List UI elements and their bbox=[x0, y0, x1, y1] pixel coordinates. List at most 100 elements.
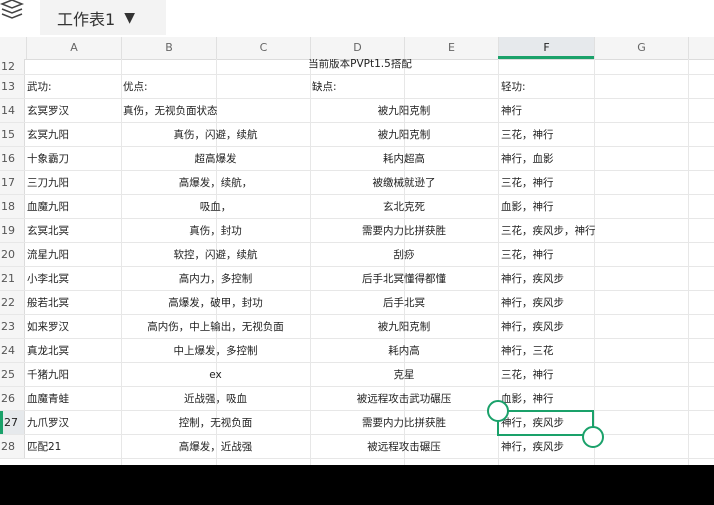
layers-icon[interactable] bbox=[0, 0, 26, 22]
cell-strengths[interactable]: 高爆发，近战强 bbox=[121, 435, 310, 458]
row-header[interactable]: 12 bbox=[0, 59, 25, 74]
selection-handle-start[interactable] bbox=[487, 400, 509, 422]
row-header[interactable]: 26 bbox=[0, 387, 25, 410]
cell-martial-art[interactable]: 玄冥北冥 bbox=[27, 219, 69, 242]
cell-martial-art[interactable]: 玄冥罗汉 bbox=[27, 99, 69, 122]
cell-movement-skill[interactable]: 神行，三花 bbox=[501, 339, 554, 362]
cell-movement-skill[interactable]: 神行，疾风步 bbox=[501, 315, 564, 338]
table-row: 25 千猪九阳 ex 克星 三花，神行 bbox=[0, 363, 714, 387]
column-header-e[interactable]: E bbox=[404, 37, 498, 59]
cell-movement-skill[interactable]: 血影，神行 bbox=[501, 387, 554, 410]
cell-strengths[interactable]: 高爆发，破甲，封功 bbox=[121, 291, 310, 314]
row-header[interactable]: 16 bbox=[0, 147, 25, 170]
cell-strengths[interactable]: ex bbox=[121, 363, 310, 386]
spreadsheet-grid[interactable]: 12 当前版本PVPt1.5搭配 13 武功: 优点: 缺点: 轻功: 14 玄冥罗汉 真伤，无视… bbox=[0, 59, 714, 465]
cell-strengths[interactable]: 吸血， bbox=[121, 195, 310, 218]
cell-martial-art[interactable]: 三刀九阳 bbox=[27, 171, 69, 194]
cell-weaknesses[interactable]: 耗内高 bbox=[310, 339, 498, 362]
cell-weaknesses[interactable]: 被九阳克制 bbox=[310, 123, 498, 146]
cell-strengths[interactable]: 真伤，封功 bbox=[121, 219, 310, 242]
cell-weaknesses[interactable]: 被九阳克制 bbox=[310, 99, 498, 122]
cell-martial-art[interactable]: 血魔青蛙 bbox=[27, 387, 69, 410]
table-row: 24 真龙北冥 中上爆发，多控制 耗内高 神行，三花 bbox=[0, 339, 714, 363]
selected-cell-f27[interactable] bbox=[497, 410, 594, 436]
cell-weaknesses[interactable]: 需要内力比拼获胜 bbox=[310, 411, 498, 434]
column-header-bar: A B C D E F G bbox=[0, 37, 714, 60]
sheet-tab[interactable]: 工作表1 ▼ bbox=[40, 0, 166, 35]
cell-weaknesses[interactable]: 被九阳克制 bbox=[310, 315, 498, 338]
cell-martial-art[interactable]: 血魔九阳 bbox=[27, 195, 69, 218]
cell-martial-art[interactable]: 真龙北冥 bbox=[27, 339, 69, 362]
cell-strengths[interactable]: 软控，闪避，续航 bbox=[121, 243, 310, 266]
cell-martial-art[interactable]: 流星九阳 bbox=[27, 243, 69, 266]
row-header[interactable]: 27 bbox=[0, 411, 25, 434]
cell-martial-art[interactable]: 九爪罗汉 bbox=[27, 411, 69, 434]
row-header[interactable]: 14 bbox=[0, 99, 25, 122]
cell-weaknesses[interactable]: 后手北冥 bbox=[310, 291, 498, 314]
dropdown-caret-icon[interactable]: ▼ bbox=[124, 10, 135, 26]
cell-weaknesses[interactable]: 后手北冥懂得都懂 bbox=[310, 267, 498, 290]
cell-weaknesses[interactable]: 玄北克死 bbox=[310, 195, 498, 218]
cell-movement-skill[interactable]: 神行，疾风步 bbox=[501, 291, 564, 314]
column-header-next[interactable] bbox=[688, 37, 714, 59]
cell-martial-art[interactable]: 如来罗汉 bbox=[27, 315, 69, 338]
cell-movement-skill[interactable]: 三花，神行 bbox=[501, 363, 554, 386]
column-header-d[interactable]: D bbox=[310, 37, 404, 59]
cell-martial-art[interactable]: 玄冥九阳 bbox=[27, 123, 69, 146]
row-header[interactable]: 17 bbox=[0, 171, 25, 194]
cell-movement-skill[interactable]: 神行，血影 bbox=[501, 147, 554, 170]
cell-movement-skill[interactable]: 神行，疾风步 bbox=[501, 267, 564, 290]
cell-strengths[interactable]: 优点: bbox=[123, 75, 148, 98]
cell-strengths[interactable]: 真伤，闪避，续航 bbox=[121, 123, 310, 146]
cell-movement-skill[interactable]: 三花，疾风步，神行 bbox=[501, 219, 596, 242]
cell-strengths[interactable]: 近战强，吸血 bbox=[121, 387, 310, 410]
cell-movement-skill[interactable]: 血影，神行 bbox=[501, 195, 554, 218]
row-header[interactable]: 18 bbox=[0, 195, 25, 218]
column-header-a[interactable]: A bbox=[26, 37, 121, 59]
cell-martial-art[interactable]: 般若北冥 bbox=[27, 291, 69, 314]
row-header[interactable]: 20 bbox=[0, 243, 25, 266]
column-header-g[interactable]: G bbox=[594, 37, 688, 59]
row-header[interactable]: 25 bbox=[0, 363, 25, 386]
cell-martial-art[interactable]: 武功: bbox=[27, 75, 52, 98]
cell-strengths[interactable]: 高内伤，中上输出，无视负面 bbox=[121, 315, 310, 338]
cell-weaknesses[interactable]: 被远程攻击武功碾压 bbox=[310, 387, 498, 410]
cell-movement-skill[interactable]: 三花，神行 bbox=[501, 171, 554, 194]
row-header[interactable]: 21 bbox=[0, 267, 25, 290]
cell-weaknesses[interactable]: 被远程攻击碾压 bbox=[310, 435, 498, 458]
cell-weaknesses[interactable]: 克星 bbox=[310, 363, 498, 386]
selection-handle-end[interactable] bbox=[582, 426, 604, 448]
cell-strengths[interactable]: 高内力，多控制 bbox=[121, 267, 310, 290]
cell-strengths[interactable]: 真伤，无视负面状态 bbox=[123, 99, 218, 122]
row-header[interactable]: 24 bbox=[0, 339, 25, 362]
cell-weaknesses[interactable]: 耗内超高 bbox=[310, 147, 498, 170]
cell-movement-skill[interactable]: 轻功: bbox=[501, 75, 526, 98]
cell-weaknesses[interactable]: 被缴械就逊了 bbox=[310, 171, 498, 194]
row-header[interactable]: 13 bbox=[0, 75, 25, 98]
cell-strengths[interactable]: 高爆发，续航， bbox=[121, 171, 310, 194]
select-all-corner[interactable] bbox=[0, 37, 26, 59]
cell-martial-art[interactable]: 千猪九阳 bbox=[27, 363, 69, 386]
row-header[interactable]: 22 bbox=[0, 291, 25, 314]
cell-martial-art[interactable]: 匹配21 bbox=[27, 435, 61, 458]
cell-strengths[interactable]: 控制，无视负面 bbox=[121, 411, 310, 434]
cell-weaknesses[interactable]: 缺点: bbox=[312, 75, 337, 98]
cell-martial-art[interactable]: 十象霸刀 bbox=[27, 147, 69, 170]
row-header[interactable]: 15 bbox=[0, 123, 25, 146]
table-row: 21 小李北冥 高内力，多控制 后手北冥懂得都懂 神行，疾风步 bbox=[0, 267, 714, 291]
cell-movement-skill[interactable]: 三花，神行 bbox=[501, 123, 554, 146]
cell-martial-art[interactable]: 小李北冥 bbox=[27, 267, 69, 290]
cell-movement-skill[interactable]: 三花，神行 bbox=[501, 243, 554, 266]
cell-weaknesses[interactable]: 刮痧 bbox=[310, 243, 498, 266]
cell-strengths[interactable]: 超高爆发 bbox=[121, 147, 310, 170]
column-header-c[interactable]: C bbox=[216, 37, 310, 59]
cell-movement-skill[interactable]: 神行 bbox=[501, 99, 522, 122]
column-header-b[interactable]: B bbox=[121, 37, 216, 59]
row-header[interactable]: 19 bbox=[0, 219, 25, 242]
row-header[interactable]: 28 bbox=[0, 435, 25, 458]
row-header[interactable]: 23 bbox=[0, 315, 25, 338]
cell-strengths[interactable]: 中上爆发，多控制 bbox=[121, 339, 310, 362]
cell-movement-skill[interactable]: 神行，疾风步 bbox=[501, 435, 564, 458]
sheet-title-cell[interactable]: 当前版本PVPt1.5搭配 bbox=[26, 59, 694, 73]
cell-weaknesses[interactable]: 需要内力比拼获胜 bbox=[310, 219, 498, 242]
